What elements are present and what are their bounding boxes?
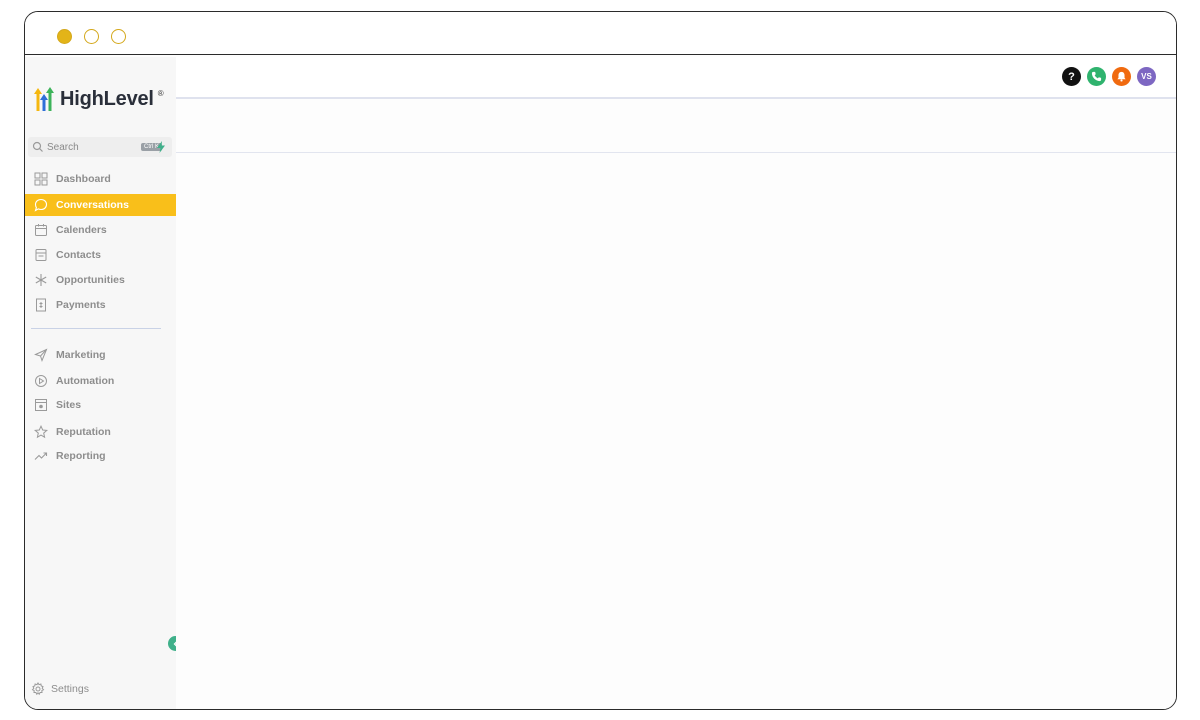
top-bar: ? VS <box>176 57 1176 99</box>
play-circle-icon <box>34 374 48 388</box>
phone-button[interactable] <box>1087 67 1106 86</box>
brand-name: HighLevel <box>60 87 154 110</box>
sidebar-item-sites[interactable]: Sites <box>25 394 176 416</box>
notifications-button[interactable] <box>1112 67 1131 86</box>
sidebar: HighLevel ® Search Ctrl K Dashboard Conv… <box>25 57 176 709</box>
bell-icon <box>1117 71 1126 82</box>
sidebar-item-payments[interactable]: Payments <box>25 294 176 316</box>
sidebar-item-automation[interactable]: Automation <box>25 370 176 392</box>
brand-registered-mark: ® <box>157 88 164 98</box>
sidebar-item-label: Conversations <box>56 199 129 211</box>
grid-icon <box>34 172 48 186</box>
sidebar-item-reporting[interactable]: Reporting <box>25 445 176 467</box>
search-icon <box>32 141 43 152</box>
sidebar-item-label: Reputation <box>56 426 111 438</box>
phone-icon <box>1091 71 1102 82</box>
trend-icon <box>34 449 48 463</box>
sidebar-item-label: Dashboard <box>56 173 111 185</box>
help-button[interactable]: ? <box>1062 67 1081 86</box>
avatar[interactable]: VS <box>1137 67 1156 86</box>
sidebar-divider <box>31 328 161 329</box>
sidebar-item-label: Contacts <box>56 249 101 261</box>
calendar-icon <box>34 223 48 237</box>
window-maximize-dot[interactable] <box>111 29 126 44</box>
sidebar-item-label: Payments <box>56 299 106 311</box>
top-bar-divider <box>176 97 1176 99</box>
browser-window: HighLevel ® Search Ctrl K Dashboard Conv… <box>24 11 1177 710</box>
chat-bubble-icon <box>34 198 48 212</box>
avatar-initials: VS <box>1141 72 1152 81</box>
window-icon <box>34 398 48 412</box>
logo-arrows-icon <box>34 87 54 111</box>
send-icon <box>34 348 48 362</box>
sidebar-item-label: Opportunities <box>56 274 125 286</box>
asterisk-icon <box>34 273 48 287</box>
window-minimize-dot[interactable] <box>84 29 99 44</box>
sub-bar-divider <box>176 152 1176 153</box>
sidebar-item-label: Reporting <box>56 450 106 462</box>
lightning-icon[interactable] <box>156 141 166 153</box>
help-icon: ? <box>1068 70 1075 83</box>
settings-label: Settings <box>51 683 89 695</box>
sidebar-item-reputation[interactable]: Reputation <box>25 421 176 443</box>
top-bar-actions: ? VS <box>1062 67 1156 86</box>
sidebar-item-marketing[interactable]: Marketing <box>25 344 176 366</box>
sidebar-item-contacts[interactable]: Contacts <box>25 244 176 266</box>
sidebar-item-dashboard[interactable]: Dashboard <box>25 168 176 190</box>
sidebar-item-label: Sites <box>56 399 82 411</box>
sidebar-item-settings[interactable]: Settings <box>31 681 89 697</box>
star-icon <box>34 425 48 439</box>
gear-icon <box>31 682 45 696</box>
sidebar-item-label: Automation <box>56 375 115 387</box>
sidebar-item-opportunities[interactable]: Opportunities <box>25 269 176 291</box>
sidebar-item-calenders[interactable]: Calenders <box>25 219 176 241</box>
sidebar-item-label: Calenders <box>56 224 107 236</box>
brand-logo[interactable]: HighLevel ® <box>30 85 164 113</box>
search-box[interactable]: Search Ctrl K <box>28 137 172 157</box>
window-titlebar <box>25 12 1176 55</box>
contact-card-icon <box>34 248 48 262</box>
receipt-icon <box>34 298 48 312</box>
sidebar-item-conversations[interactable]: Conversations <box>25 194 176 216</box>
sidebar-item-label: Marketing <box>56 349 106 361</box>
search-label: Search <box>47 141 79 153</box>
window-close-dot[interactable] <box>57 29 72 44</box>
main-content: ? VS <box>176 57 1176 709</box>
